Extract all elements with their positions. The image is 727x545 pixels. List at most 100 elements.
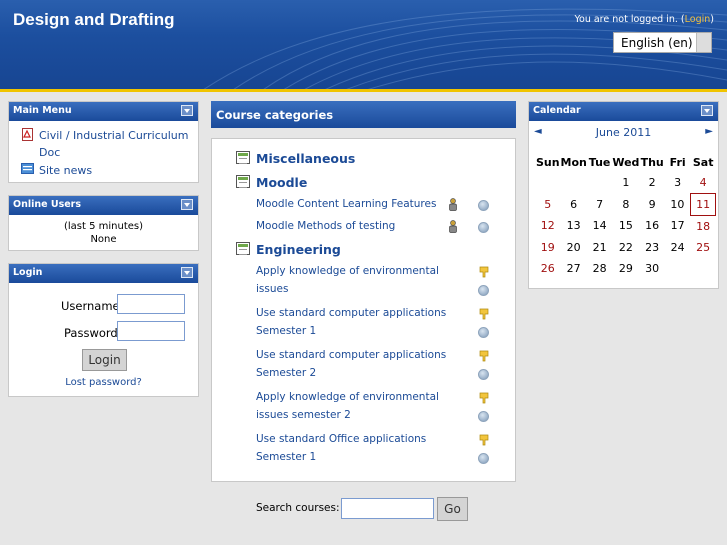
next-month-icon[interactable]: ► (705, 126, 713, 137)
search-courses-label: Search courses: (256, 502, 340, 514)
calendar-day[interactable]: 4 (690, 172, 716, 194)
calendar-header: Calendar (529, 102, 718, 121)
menu-item-curriculum[interactable]: Civil / Industrial Curriculum (39, 129, 188, 142)
calendar-day[interactable]: 18 (690, 215, 716, 237)
info-icon[interactable] (478, 411, 489, 422)
calendar-day[interactable]: 27 (561, 258, 587, 280)
dropdown-arrow-icon (696, 33, 711, 52)
page-header: Design and Drafting You are not logged i… (0, 0, 727, 92)
calendar-day[interactable]: 26 (535, 258, 561, 280)
weekday-header: Sun (535, 155, 560, 169)
course-link[interactable]: Use standard computer applications Semest… (256, 347, 446, 382)
calendar-day[interactable]: 17 (665, 215, 691, 237)
calendar-day[interactable]: 3 (665, 172, 691, 194)
hide-block-icon[interactable] (181, 105, 193, 116)
course-categories-header: Course categories (211, 101, 516, 128)
category-engineering[interactable]: Engineering (256, 242, 341, 257)
course-title-line2: Semester 2 (256, 366, 317, 379)
course-link[interactable]: Use standard Office applications Semester… (256, 431, 426, 466)
info-icon[interactable] (478, 285, 489, 296)
calendar-day[interactable]: 5 (535, 194, 561, 216)
course-link[interactable]: Apply knowledge of environmental issues s… (256, 389, 439, 424)
language-select[interactable]: English (en) (613, 32, 712, 53)
course-title-line2: issues (256, 282, 289, 295)
info-icon[interactable] (478, 369, 489, 380)
calendar-day[interactable]: 14 (587, 215, 613, 237)
calendar-day[interactable]: 19 (535, 237, 561, 259)
info-icon[interactable] (478, 327, 489, 338)
main-menu-block: Main Menu Civil / Industrial Curriculum … (8, 101, 199, 183)
calendar-day[interactable]: 22 (612, 237, 639, 259)
search-courses-input[interactable] (341, 498, 434, 519)
calendar-day[interactable]: 20 (561, 237, 587, 259)
calendar-day[interactable]: 25 (690, 237, 716, 259)
calendar-day[interactable]: 30 (639, 258, 665, 280)
course-title-line1: Use standard computer applications (256, 349, 447, 361)
info-icon[interactable] (478, 453, 489, 464)
category-miscellaneous[interactable]: Miscellaneous (256, 151, 355, 166)
calendar-nav: ◄ June 2011 ► (529, 121, 718, 143)
calendar-day[interactable]: 12 (535, 215, 561, 237)
calendar-day[interactable]: 15 (612, 215, 639, 237)
guest-access-icon (479, 266, 489, 278)
news-icon (21, 163, 34, 174)
calendar-day[interactable]: 1 (612, 172, 639, 194)
menu-item-site-news[interactable]: Site news (39, 164, 92, 177)
hide-block-icon[interactable] (181, 199, 193, 210)
login-link[interactable]: Login (685, 14, 711, 25)
category-moodle[interactable]: Moodle (256, 175, 307, 190)
guest-access-icon (479, 308, 489, 320)
login-button[interactable]: Login (82, 349, 127, 371)
weekday-header: Fri (669, 155, 686, 169)
course-link[interactable]: Apply knowledge of environmental issues (256, 263, 439, 298)
main-menu-header: Main Menu (9, 102, 198, 121)
calendar-block: Calendar ◄ June 2011 ► Sun Mon Tue Wed Thu Fr… (528, 101, 719, 289)
calendar-week-row: 26 27 28 29 30 (535, 258, 716, 280)
search-go-button[interactable]: Go (437, 497, 468, 521)
calendar-day[interactable]: 24 (665, 237, 691, 259)
calendar-title: Calendar (533, 105, 581, 116)
calendar-day[interactable]: 28 (587, 258, 613, 280)
login-header: Login (9, 264, 198, 283)
calendar-weekday-row: Sun Mon Tue Wed Thu Fri Sat (535, 152, 716, 172)
calendar-day[interactable]: 10 (665, 194, 691, 216)
calendar-day[interactable]: 6 (561, 194, 587, 216)
login-status-close: ) (710, 14, 714, 25)
calendar-day[interactable]: 23 (639, 237, 665, 259)
login-status-text: You are not logged in. ( (574, 14, 685, 25)
calendar-week-row: 5 6 7 8 9 10 11 (535, 193, 717, 216)
calendar-day[interactable]: 21 (587, 237, 613, 259)
course-title-line2: Semester 1 (256, 324, 317, 337)
guest-access-icon (479, 392, 489, 404)
site-title[interactable]: Design and Drafting (13, 10, 175, 30)
main-menu-title: Main Menu (13, 105, 72, 116)
calendar-day[interactable]: 9 (639, 194, 665, 216)
password-input[interactable] (117, 321, 185, 341)
course-link[interactable]: Use standard computer applications Semest… (256, 305, 446, 340)
online-users-block: Online Users (last 5 minutes) None (8, 195, 199, 251)
course-link[interactable]: Moodle Content Learning Features (256, 196, 436, 214)
weekday-header: Wed (612, 155, 640, 169)
language-select-value: English (en) (621, 36, 693, 50)
category-icon (236, 151, 250, 164)
calendar-day[interactable]: 2 (639, 172, 665, 194)
calendar-day[interactable]: 7 (587, 194, 613, 216)
course-title-line1: Use standard computer applications (256, 307, 447, 319)
calendar-empty-cell (587, 172, 613, 194)
username-input[interactable] (117, 294, 185, 314)
info-icon[interactable] (478, 200, 489, 211)
category-icon (236, 175, 250, 188)
calendar-day[interactable]: 29 (612, 258, 639, 280)
calendar-day[interactable]: 11 (689, 193, 717, 216)
calendar-day[interactable]: 13 (561, 215, 587, 237)
course-link[interactable]: Moodle Methods of testing (256, 218, 395, 236)
menu-item-curriculum-cont[interactable]: Doc (39, 146, 60, 159)
calendar-month[interactable]: June 2011 (529, 126, 718, 139)
lost-password-link[interactable]: Lost password? (9, 377, 198, 388)
hide-block-icon[interactable] (181, 267, 193, 278)
calendar-day[interactable]: 8 (612, 194, 639, 216)
weekday-header: Mon (560, 155, 587, 169)
hide-block-icon[interactable] (701, 105, 713, 116)
info-icon[interactable] (478, 222, 489, 233)
calendar-day[interactable]: 16 (639, 215, 665, 237)
